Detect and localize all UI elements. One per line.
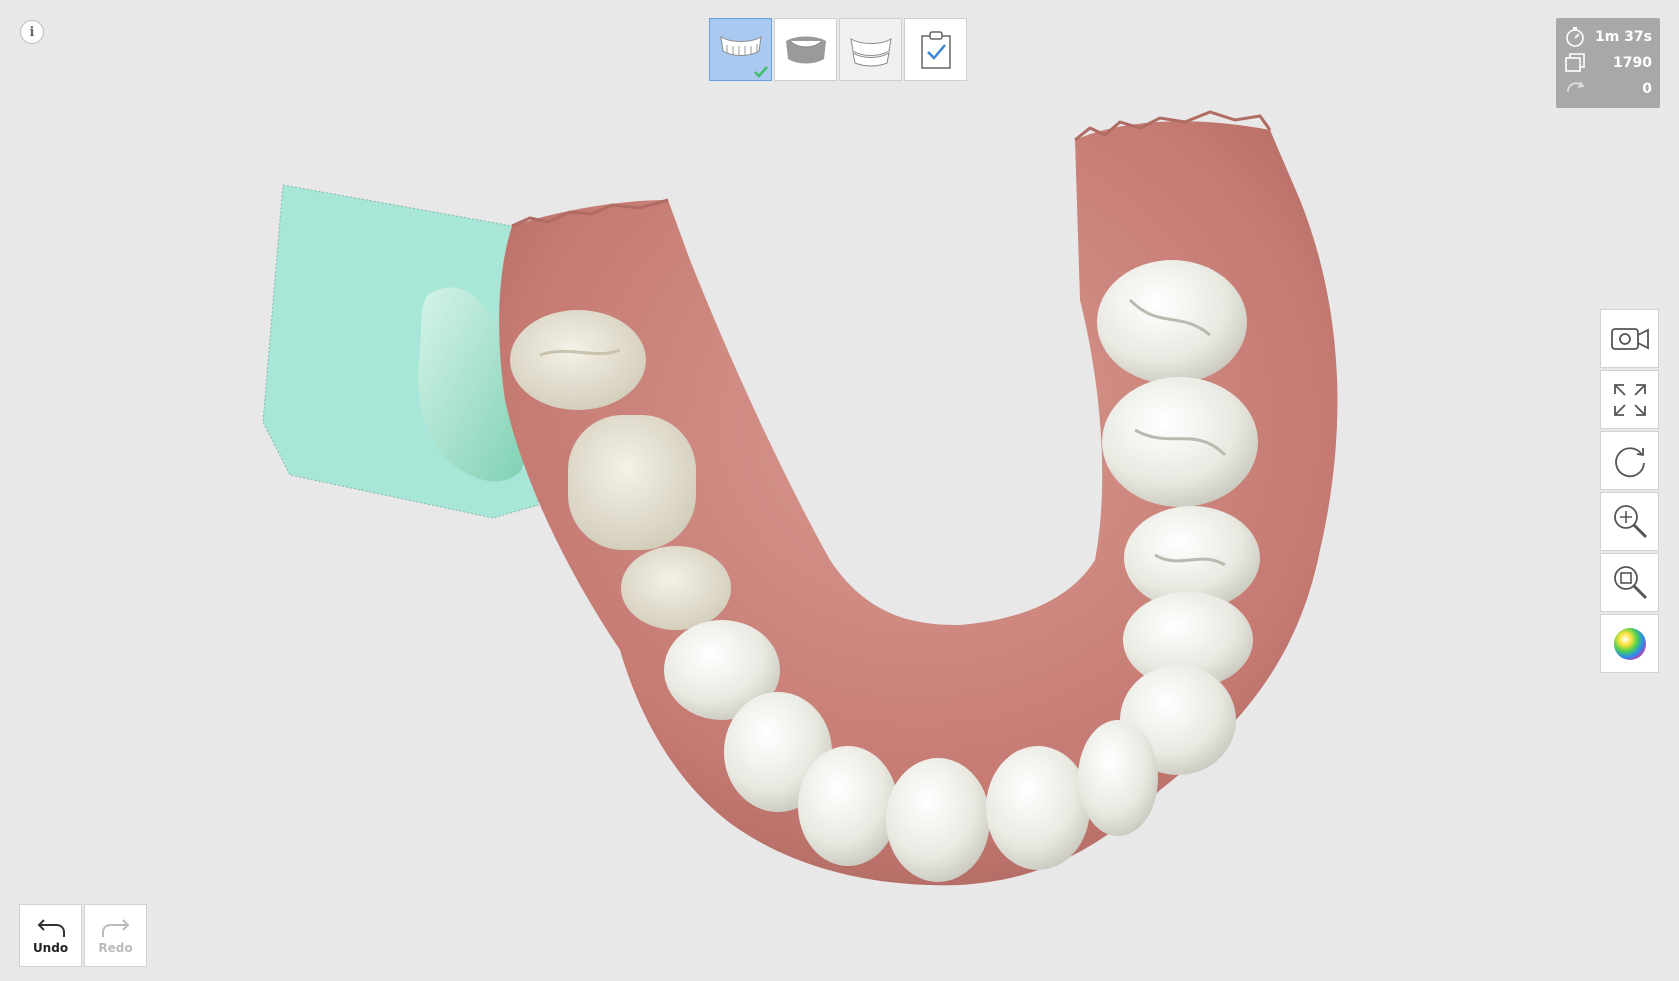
tooth [798,746,898,866]
camera-icon [1610,327,1649,350]
tooth [1078,720,1158,836]
upper-jaw-icon [719,35,762,56]
view-toolbar [1600,309,1659,673]
rotation-count-icon [1567,81,1585,93]
tooth [510,310,646,410]
clipboard-check-icon [920,30,951,69]
zoom-in-icon [1613,504,1647,538]
frames-icon [1565,53,1585,72]
color-map-button[interactable] [1600,614,1659,673]
color-map-icon [1613,627,1646,660]
scan-stage-bar [709,18,967,81]
fit-view-icon [1613,383,1646,416]
lower-jaw-icon [785,36,826,63]
rotate-icon [1614,446,1645,477]
zoom-area-button[interactable] [1600,553,1659,612]
scan-stats-panel: 1m 37s 1790 0 [1556,18,1660,108]
zoom-area-icon [1613,565,1647,599]
undo-label: Undo [32,940,69,955]
zoom-in-button[interactable] [1600,492,1659,551]
tooth [1102,377,1258,507]
prepared-tooth [568,415,696,550]
tooth [886,758,990,882]
stage-upper-jaw[interactable] [709,18,772,81]
redo-button[interactable]: Redo [84,904,147,967]
stage-lower-jaw[interactable] [774,18,837,81]
tooth [621,546,731,630]
scan-viewport[interactable] [0,0,1679,981]
fit-view-button[interactable] [1600,370,1659,429]
tooth [986,746,1090,870]
stopwatch-icon [1566,27,1584,47]
frame-count: 1790 [1613,55,1652,71]
stage-review[interactable] [904,18,967,81]
record-video-button[interactable] [1600,309,1659,368]
undo-button[interactable]: Undo [19,904,82,967]
stage-occlusion[interactable] [839,18,902,81]
redo-icon [101,918,129,937]
occlusion-icon [849,37,892,66]
redo-label: Redo [98,940,133,955]
undo-icon [37,918,65,937]
checkmark-icon [754,66,768,78]
rotation-count: 0 [1642,81,1652,97]
scan-time: 1m 37s [1594,29,1652,45]
reset-rotation-button[interactable] [1600,431,1659,490]
info-button[interactable]: i [20,20,44,44]
tooth [1097,260,1247,384]
history-controls: Undo Redo [19,904,147,967]
